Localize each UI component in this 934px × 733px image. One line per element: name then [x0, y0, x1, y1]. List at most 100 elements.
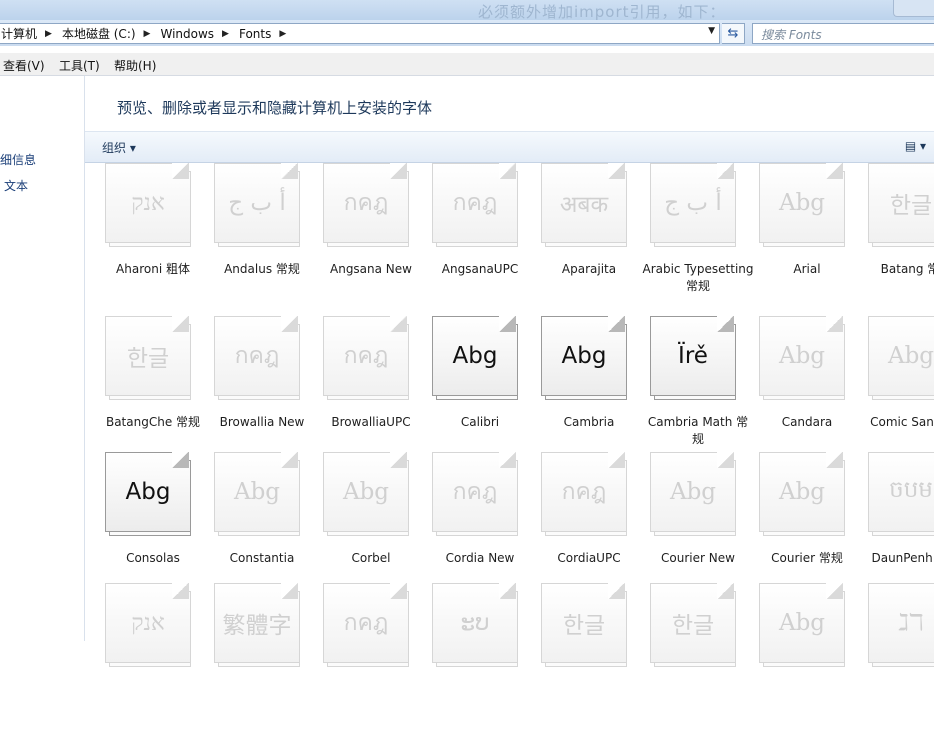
font-file-icon: अबक	[541, 163, 631, 247]
font-name: Calibri	[460, 415, 500, 429]
font-item[interactable]: Abg Constantia	[208, 452, 312, 602]
font-item[interactable]: กคฎ AngsanaUPC	[426, 163, 530, 313]
font-sample: กคฎ	[452, 190, 498, 216]
font-item[interactable]: אנק	[99, 583, 203, 733]
font-name: Arabic Typesetting 常规	[642, 262, 754, 293]
font-item[interactable]: أ ب ج Arabic Typesetting 常规	[642, 163, 754, 313]
font-item[interactable]: 한글 BatangChe 常规	[99, 316, 203, 466]
breadcrumb-local-disk[interactable]: 本地磁盘 (C:)	[58, 25, 136, 42]
font-sample: אנק	[131, 190, 165, 216]
breadcrumb-windows[interactable]: Windows	[156, 27, 214, 41]
font-item[interactable]: Abg Arial	[753, 163, 857, 313]
font-item[interactable]: ະບ	[426, 583, 530, 733]
font-item[interactable]: أ ب ج Andalus 常规	[208, 163, 312, 313]
chevron-right-icon[interactable]: ▶	[37, 29, 58, 39]
font-item[interactable]: กคฎ	[317, 583, 421, 733]
font-item[interactable]: 한글	[644, 583, 748, 733]
font-file-icon: Abg	[214, 452, 304, 536]
font-sample: 繁體字	[222, 613, 292, 639]
font-sample: กคฎ	[234, 343, 280, 369]
menu-tools[interactable]: 工具(T)	[59, 57, 100, 74]
font-item[interactable]: กคฎ CordiaUPC	[535, 452, 639, 602]
font-file-icon: 한글	[105, 316, 195, 400]
menu-view[interactable]: 查看(V)	[3, 57, 45, 74]
breadcrumb-fonts[interactable]: Fonts	[235, 27, 271, 41]
chevron-right-icon[interactable]: ▶	[136, 29, 157, 39]
font-file-icon: กคฎ	[432, 452, 522, 536]
font-item[interactable]: Ïrě Cambria Math 常规	[644, 316, 748, 466]
font-sample: กคฎ	[343, 190, 389, 216]
font-name: Browallia New	[219, 415, 305, 429]
font-item[interactable]: ចបម DaunPenh 常规	[862, 452, 934, 602]
font-name: Comic Sans MS	[870, 415, 934, 429]
chevron-right-icon[interactable]: ▶	[214, 29, 235, 39]
font-file-icon: Ïrě	[650, 316, 740, 400]
font-item[interactable]: अबक Aparajita	[535, 163, 639, 313]
font-file-icon: ະບ	[432, 583, 522, 667]
font-file-icon: กคฎ	[323, 316, 413, 400]
font-name: BrowalliaUPC	[331, 415, 411, 429]
sidebar-item-text[interactable]: 文本	[4, 177, 28, 194]
font-sample: Abg	[452, 343, 498, 369]
chevron-down-icon[interactable]: ▼	[708, 26, 715, 36]
font-sample: ចបម	[889, 476, 933, 503]
font-item[interactable]: Abg Calibri	[426, 316, 530, 466]
font-sample: Abg	[778, 343, 826, 369]
font-item[interactable]: Abg Courier 常规	[753, 452, 857, 602]
main-pane: 预览、删除或者显示和隐藏计算机上安装的字体 组织 ▾ ▤ ▾ אנק Aharon…	[85, 76, 934, 667]
sidebar-item-details[interactable]: 细信息	[0, 151, 36, 168]
font-name: Corbel	[351, 551, 391, 565]
font-file-icon: Abg	[432, 316, 522, 400]
font-item[interactable]: Abg Courier New	[644, 452, 748, 602]
font-sample: 한글	[889, 193, 933, 219]
font-item[interactable]: Abg Consolas	[99, 452, 203, 602]
font-item[interactable]: กคฎ Angsana New	[317, 163, 421, 313]
font-item[interactable]: Abg Comic Sans MS	[862, 316, 934, 466]
refresh-button[interactable]: ⇆	[722, 23, 745, 44]
font-item[interactable]: 한글 Batang 常规	[862, 163, 934, 313]
font-sample: Abg	[233, 479, 281, 505]
font-name: CordiaUPC	[557, 551, 621, 565]
menu-help[interactable]: 帮助(H)	[114, 57, 156, 74]
breadcrumb-computer[interactable]: 计算机	[0, 25, 37, 42]
search-placeholder: 搜索 Fonts	[761, 28, 822, 42]
font-name: Angsana New	[330, 262, 412, 276]
page-title: 预览、删除或者显示和隐藏计算机上安装的字体	[117, 99, 433, 117]
font-file-icon: กคฎ	[323, 583, 413, 667]
font-sample: Abg	[125, 479, 171, 505]
font-file-icon: Abg	[759, 316, 849, 400]
font-file-icon: ℷℸ	[868, 583, 934, 667]
font-item[interactable]: Abg Candara	[753, 316, 857, 466]
font-name: Aparajita	[561, 262, 617, 276]
sidebar: 细信息 文本	[0, 76, 85, 641]
font-item[interactable]: Abg Cambria	[535, 316, 639, 466]
font-item[interactable]: 한글	[535, 583, 639, 733]
address-bar[interactable]: 计算机 ▶ 本地磁盘 (C:) ▶ Windows ▶ Fonts ▶ ▼	[0, 23, 720, 44]
font-name: Batang 常规	[880, 262, 934, 276]
font-item[interactable]: Abg	[753, 583, 857, 733]
font-file-icon: Abg	[541, 316, 631, 400]
font-file-icon: Abg	[759, 452, 849, 536]
search-input[interactable]: 搜索 Fonts	[752, 23, 934, 44]
window-close-button[interactable]	[893, 0, 934, 17]
font-grid: אנק Aharoni 粗体 أ ب ج Andalus 常规 กคฎ Angsana N…	[85, 163, 934, 667]
font-sample: अबक	[559, 192, 609, 218]
font-item[interactable]: กคฎ BrowalliaUPC	[317, 316, 421, 466]
font-item[interactable]: 繁體字	[208, 583, 312, 733]
font-item[interactable]: ℷℸ	[862, 583, 934, 733]
font-item[interactable]: אנק Aharoni 粗体	[99, 163, 203, 313]
font-file-icon: Abg	[868, 316, 934, 400]
font-item[interactable]: กคฎ Browallia New	[208, 316, 312, 466]
font-sample: אנק	[131, 610, 165, 636]
font-item[interactable]: Abg Corbel	[317, 452, 421, 602]
font-name: Andalus 常规	[224, 262, 300, 276]
font-item[interactable]: กคฎ Cordia New	[426, 452, 530, 602]
font-sample: Abg	[669, 479, 717, 505]
view-options-button[interactable]: ▤ ▾	[905, 139, 926, 153]
font-file-icon: אנק	[105, 583, 195, 667]
chevron-right-icon[interactable]: ▶	[271, 29, 292, 39]
organize-button[interactable]: 组织 ▾	[102, 139, 136, 156]
font-file-icon: أ ب ج	[214, 163, 304, 247]
font-sample: 한글	[562, 613, 606, 639]
font-sample: Abg	[561, 343, 607, 369]
